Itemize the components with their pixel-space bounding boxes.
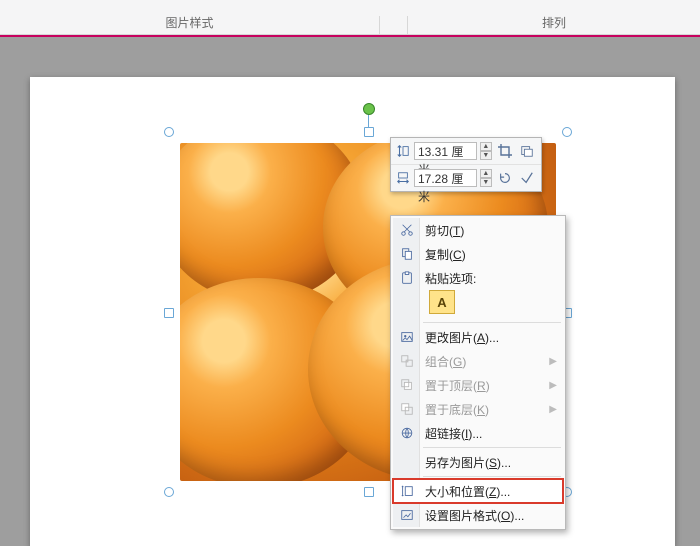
resize-handle-bl[interactable] [164, 487, 174, 497]
menu-label: 超链接(I)... [425, 425, 482, 442]
format-picture-icon [398, 506, 416, 524]
menu-hyperlink[interactable]: 超链接(I)... [393, 421, 563, 445]
menu-copy[interactable]: 复制(C) [393, 242, 563, 266]
resize-handle-tl[interactable] [164, 127, 174, 137]
rotate-button[interactable] [495, 168, 515, 188]
menu-paste-options: A [393, 290, 563, 320]
ribbon-strip: 图片样式 排列 [0, 0, 700, 35]
hyperlink-icon [398, 424, 416, 442]
menu-bring-to-front: 置于顶层(R) ▶ [393, 373, 563, 397]
resize-handle-b[interactable] [364, 487, 374, 497]
size-mini-toolbar: 13.31 厘米 ▲▼ 17.28 厘米 ▲▼ [390, 137, 542, 192]
submenu-arrow-icon: ▶ [549, 356, 557, 367]
width-spinner[interactable]: ▲▼ [480, 169, 492, 187]
menu-label: 置于顶层(R) [425, 377, 490, 394]
ribbon-group-label: 图片样式 [165, 16, 213, 30]
menu-format-picture[interactable]: 设置图片格式(O)... [393, 503, 563, 527]
menu-label: 粘贴选项: [425, 270, 476, 287]
height-row: 13.31 厘米 ▲▼ [391, 138, 541, 165]
ribbon-group-spacer [380, 16, 408, 34]
menu-label: 置于底层(K) [425, 401, 489, 418]
submenu-arrow-icon: ▶ [549, 380, 557, 391]
submenu-arrow-icon: ▶ [549, 404, 557, 415]
copy-icon [398, 245, 416, 263]
resize-handle-t[interactable] [364, 127, 374, 137]
send-back-icon [398, 400, 416, 418]
menu-separator [423, 447, 561, 448]
width-input[interactable]: 17.28 厘米 [414, 169, 477, 187]
menu-send-to-back: 置于底层(K) ▶ [393, 397, 563, 421]
resize-handle-tr[interactable] [562, 127, 572, 137]
menu-label: 复制(C) [425, 246, 466, 263]
menu-paste-header: 粘贴选项: [393, 266, 563, 290]
menu-size-and-position[interactable]: 大小和位置(Z)... [393, 479, 563, 503]
menu-label: 另存为图片(S)... [425, 454, 511, 471]
crop-button[interactable] [495, 141, 515, 161]
menu-cut[interactable]: 剪切(T) [393, 218, 563, 242]
menu-label: 更改图片(A)... [425, 329, 499, 346]
height-spinner[interactable]: ▲▼ [480, 142, 492, 160]
menu-change-picture[interactable]: 更改图片(A)... [393, 325, 563, 349]
width-row: 17.28 厘米 ▲▼ [391, 165, 541, 191]
paste-option-keep-text[interactable]: A [429, 290, 455, 314]
group-icon [398, 352, 416, 370]
height-input[interactable]: 13.31 厘米 [414, 142, 477, 160]
height-icon [395, 143, 411, 159]
rotation-handle[interactable] [363, 103, 375, 115]
size-position-icon [398, 482, 416, 500]
align-button[interactable] [517, 168, 537, 188]
bring-front-icon [398, 376, 416, 394]
menu-separator [423, 476, 561, 477]
reset-button[interactable] [517, 141, 537, 161]
width-icon [395, 170, 411, 186]
workspace: 13.31 厘米 ▲▼ 17.28 厘米 ▲▼ 剪切(T) [0, 37, 700, 546]
context-menu: 剪切(T) 复制(C) 粘贴选项: A 更改图片(A)... [390, 215, 566, 530]
slide-canvas[interactable]: 13.31 厘米 ▲▼ 17.28 厘米 ▲▼ 剪切(T) [30, 77, 675, 546]
menu-save-as-picture[interactable]: 另存为图片(S)... [393, 450, 563, 474]
ribbon-group-arrange: 排列 [408, 16, 700, 34]
rotation-stem [368, 113, 369, 127]
menu-label: 组合(G) [425, 353, 466, 370]
menu-label: 设置图片格式(O)... [425, 507, 524, 524]
menu-label: 大小和位置(Z)... [425, 483, 510, 500]
change-picture-icon [398, 328, 416, 346]
resize-handle-l[interactable] [164, 308, 174, 318]
menu-label: 剪切(T) [425, 222, 464, 239]
ribbon-group-label: 排列 [542, 16, 566, 30]
menu-group: 组合(G) ▶ [393, 349, 563, 373]
scissors-icon [398, 221, 416, 239]
menu-separator [423, 322, 561, 323]
clipboard-icon [398, 269, 416, 287]
ribbon-group-picture-styles: 图片样式 [0, 16, 380, 34]
